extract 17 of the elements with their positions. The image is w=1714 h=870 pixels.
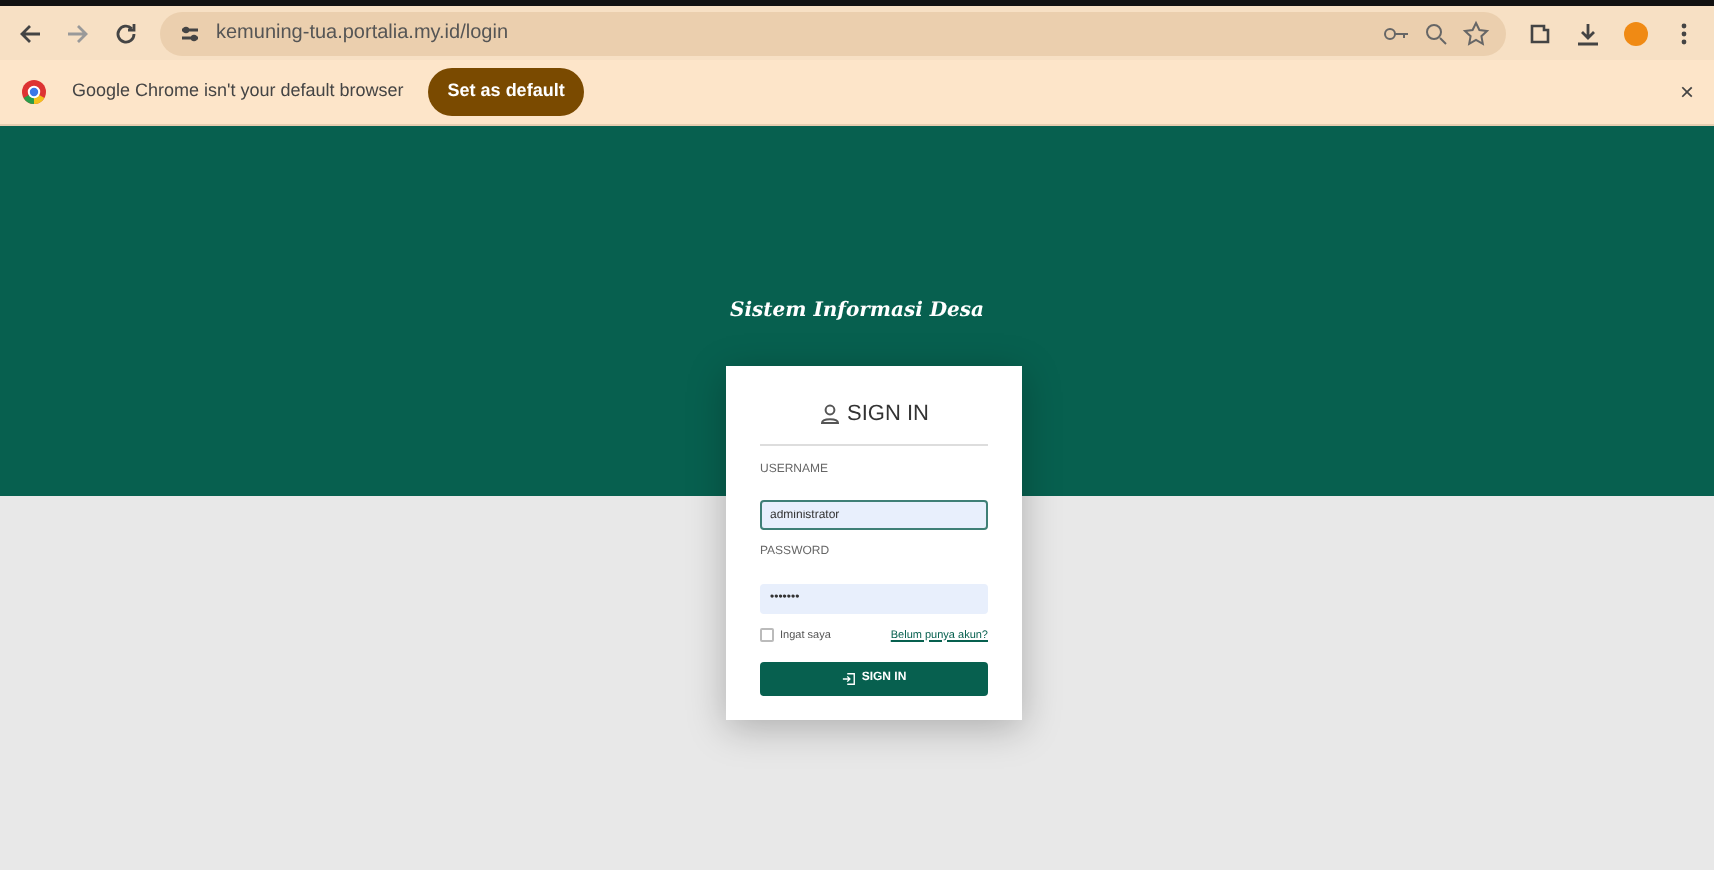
login-icon <box>841 671 856 686</box>
address-bar[interactable]: kemuning-tua.portalia.my.id/login <box>160 11 1506 55</box>
site-title: Sistem Informasi Desa <box>730 298 984 324</box>
user-icon <box>819 404 840 425</box>
star-icon[interactable] <box>1462 19 1490 47</box>
zoom-icon[interactable] <box>1422 19 1450 47</box>
sign-in-heading: SIGN IN <box>847 400 929 430</box>
chrome-logo-icon <box>20 78 48 106</box>
url-text: kemuning-tua.portalia.my.id/login <box>216 20 509 48</box>
reload-icon[interactable] <box>112 19 140 47</box>
close-button[interactable]: × <box>1679 74 1694 110</box>
infobar-message: Google Chrome isn't your default browser <box>72 78 404 105</box>
remember-checkbox[interactable] <box>760 628 774 643</box>
back-icon[interactable] <box>16 19 44 47</box>
set-default-button[interactable]: Set as default <box>427 68 585 116</box>
extensions-icon[interactable] <box>1526 19 1554 47</box>
download-icon[interactable] <box>1574 19 1602 47</box>
